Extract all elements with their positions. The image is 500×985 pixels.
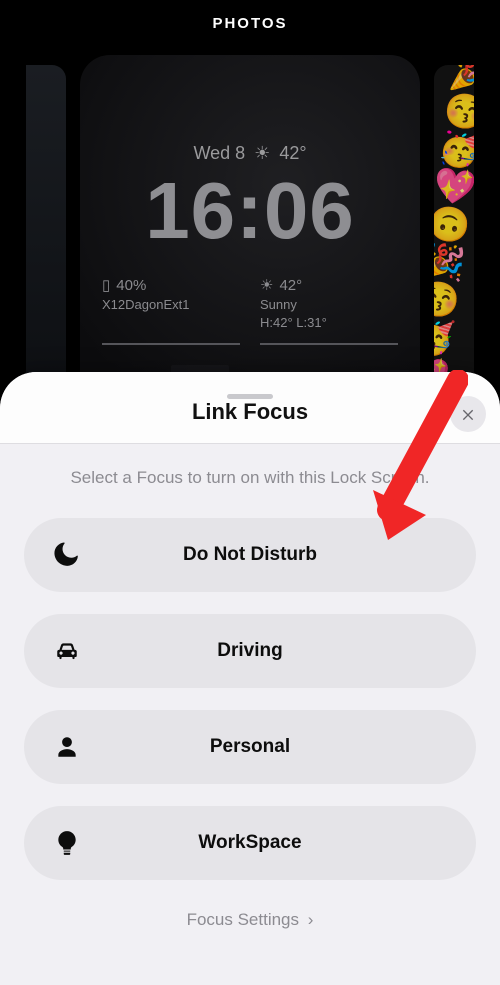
network-name: X12DagonExt1 [102,296,240,314]
weather-hilo: H:42° L:31° [260,314,398,332]
weather-cond: Sunny [260,296,398,314]
focus-item-personal[interactable]: Personal [24,710,476,784]
lockscreen-clock: 16:06 [80,165,420,257]
battery-icon: ▯ [102,277,110,294]
focus-item-driving[interactable]: Driving [24,614,476,688]
focus-item-label: Driving [24,640,476,662]
sheet-title: Link Focus [0,399,500,425]
focus-list: Do Not Disturb Driving Personal WorkSpac… [24,518,476,880]
sun-icon: ☀︎ [254,143,270,164]
sun-icon: ☀︎ [260,277,273,294]
focus-item-label: Personal [24,736,476,758]
lockscreen-widgets: ▯ 40% X12DagonExt1 ☀︎ 42° Sunny H:42° L:31… [102,275,398,345]
sheet-body: Select a Focus to turn on with this Lock… [0,444,500,930]
focus-item-label: WorkSpace [24,832,476,854]
focus-item-label: Do Not Disturb [24,544,476,566]
battery-widget: ▯ 40% X12DagonExt1 [102,275,240,345]
focus-item-workspace[interactable]: WorkSpace [24,806,476,880]
lockscreen-date-temp: 42° [279,143,306,163]
sheet-subtitle: Select a Focus to turn on with this Lock… [24,468,476,488]
focus-settings-label: Focus Settings [187,910,299,929]
car-icon [52,636,82,666]
weather-widget: ☀︎ 42° Sunny H:42° L:31° [260,275,398,345]
weather-temp: 42° [279,277,302,294]
lockscreen-dateline: Wed 8 ☀︎ 42° [80,143,420,164]
focus-settings-link[interactable]: Focus Settings › [24,910,476,930]
moon-icon [52,540,82,570]
bulb-icon [52,828,82,858]
close-icon [460,406,476,422]
lockscreen-date: Wed 8 [193,143,245,163]
link-focus-sheet: Link Focus Select a Focus to turn on wit… [0,372,500,985]
person-icon [52,732,82,762]
wallpaper-category-label: PHOTOS [0,0,500,46]
sheet-header: Link Focus [0,372,500,444]
chevron-right-icon: › [308,910,314,930]
focus-item-dnd[interactable]: Do Not Disturb [24,518,476,592]
battery-percent: 40% [116,277,146,294]
close-button[interactable] [450,396,486,432]
wallpaper-category-text: PHOTOS [212,15,287,32]
